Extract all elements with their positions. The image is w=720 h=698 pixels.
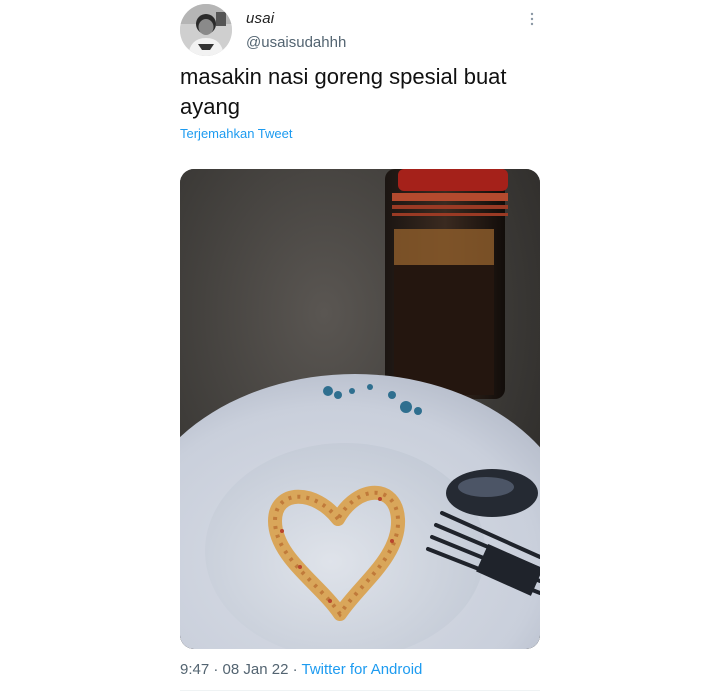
user-handle[interactable]: @usaisudahhh	[246, 34, 346, 51]
more-vertical-icon	[530, 12, 534, 26]
meta-separator: ·	[292, 661, 298, 678]
user-avatar[interactable]	[180, 4, 232, 56]
avatar-icon	[180, 4, 232, 56]
tweet-media-photo[interactable]	[180, 169, 540, 649]
tweet-source-link[interactable]: Twitter for Android	[302, 661, 423, 678]
translate-tweet-link[interactable]: Terjemahkan Tweet	[180, 126, 293, 141]
tweet-card: usai @usaisudahhh masakin nasi goreng sp…	[0, 0, 720, 698]
more-options-button[interactable]	[522, 6, 542, 32]
meta-separator: ·	[213, 661, 219, 678]
tweet-date[interactable]: 08 Jan 22	[223, 661, 289, 678]
display-name[interactable]: usai	[246, 10, 274, 27]
tweet-text: masakin nasi goreng spesial buat ayang	[180, 64, 507, 119]
photo-plate-heart-rice-icon	[180, 169, 540, 649]
divider	[180, 690, 540, 691]
tweet-meta: 9:47 · 08 Jan 22 · Twitter for Android	[180, 661, 422, 678]
tweet-time[interactable]: 9:47	[180, 661, 209, 678]
